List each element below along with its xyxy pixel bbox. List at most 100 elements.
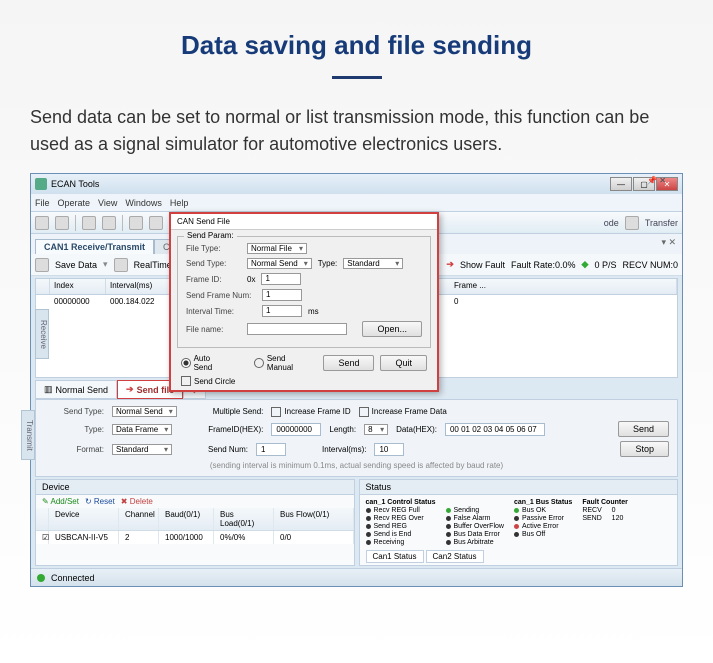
- tab-can2-status[interactable]: Can2 Status: [426, 550, 484, 563]
- titlebar: ECAN Tools — ▢ ✕: [31, 174, 682, 194]
- fault-recv: RECV 0: [582, 507, 628, 514]
- device-delete-button[interactable]: ✖ Delete: [121, 497, 153, 506]
- fault-counter-title: Fault Counter: [582, 499, 628, 506]
- modal-frameid-label: Frame ID:: [186, 275, 241, 284]
- open-button[interactable]: Open...: [362, 321, 422, 337]
- dev-col-baud[interactable]: Baud(0/1): [159, 508, 214, 530]
- menu-help[interactable]: Help: [170, 198, 189, 208]
- modal-quit-button[interactable]: Quit: [380, 355, 427, 371]
- increase-frameid-checkbox[interactable]: Increase Frame ID: [271, 407, 350, 417]
- menu-file[interactable]: File: [35, 198, 50, 208]
- sendnum-input[interactable]: 1: [256, 443, 286, 456]
- page-description: Send data can be set to normal or list t…: [30, 104, 683, 158]
- status-item: Receiving: [366, 539, 436, 546]
- intervaltime-label: Interval Time:: [186, 307, 256, 316]
- statusbar: Connected: [31, 568, 682, 586]
- status-item: Buffer OverFlow: [446, 523, 504, 530]
- length-select[interactable]: 8: [364, 424, 388, 435]
- status-title: Status: [366, 482, 392, 492]
- send-circle-checkbox[interactable]: Send Circle: [181, 376, 235, 386]
- window-title: ECAN Tools: [51, 179, 99, 189]
- fault-rate-value: Fault Rate:0.0%: [511, 260, 576, 270]
- filename-input[interactable]: [247, 323, 347, 335]
- send-manual-radio[interactable]: Send Manual: [254, 354, 311, 372]
- device-row[interactable]: ☑ USBCAN-II-V5 2 1000/1000 0%/0% 0/0: [36, 531, 354, 544]
- dev-col-busflow[interactable]: Bus Flow(0/1): [274, 508, 354, 530]
- transfer-icon[interactable]: [625, 216, 639, 230]
- new-icon[interactable]: [35, 216, 49, 230]
- interval-input[interactable]: 10: [374, 443, 404, 456]
- connection-indicator-icon: [37, 574, 45, 582]
- tab-can1[interactable]: CAN1 Receive/Transmit: [35, 239, 154, 254]
- frameid-prefix: 0x: [247, 275, 255, 284]
- menu-operate[interactable]: Operate: [58, 198, 91, 208]
- col-checkbox[interactable]: [36, 279, 50, 294]
- tab-can1-status[interactable]: Can1 Status: [366, 550, 424, 563]
- recv-num-value: RECV NUM:0: [622, 260, 678, 270]
- dev-col-device[interactable]: Device: [49, 508, 119, 530]
- cell-frame: 0: [450, 296, 677, 307]
- interval-label: Interval(ms):: [322, 445, 366, 454]
- realtime-save-icon[interactable]: [114, 258, 128, 272]
- send-button[interactable]: Send: [618, 421, 669, 437]
- app-icon: [35, 178, 47, 190]
- rate-indicator-icon: ◆: [582, 259, 589, 270]
- intervaltime-unit: ms: [308, 307, 319, 316]
- increase-framedata-checkbox[interactable]: Increase Frame Data: [359, 407, 447, 417]
- title-underline: [332, 76, 382, 79]
- data-input[interactable]: 00 01 02 03 04 05 06 07: [445, 423, 545, 436]
- dev-col-busload[interactable]: Bus Load(0/1): [214, 508, 274, 530]
- col-index[interactable]: Index: [50, 279, 106, 294]
- device-add-button[interactable]: ✎ Add/Set: [42, 497, 79, 506]
- type-select[interactable]: Data Frame: [112, 424, 172, 435]
- device-reset-button[interactable]: ↻ Reset: [85, 497, 115, 506]
- modal-send-button[interactable]: Send: [323, 355, 374, 371]
- modal-frameid-input[interactable]: 1: [261, 273, 301, 285]
- pin-icon[interactable]: 📌 ✕: [647, 176, 666, 185]
- modal-sendtype-select[interactable]: Normal Send: [247, 258, 312, 269]
- control-status-title: can_1 Control Status: [366, 499, 436, 506]
- filetype-select[interactable]: Normal File: [247, 243, 307, 254]
- can-send-file-dialog: CAN Send File Send Param: File Type: Nor…: [169, 212, 439, 392]
- col-interval[interactable]: Interval(ms): [106, 279, 176, 294]
- device-panel: Device📌 ✕ ✎ Add/Set ↻ Reset ✖ Delete Dev…: [35, 479, 355, 566]
- status-item: Bus OK: [514, 507, 572, 514]
- tool-icon[interactable]: [102, 216, 116, 230]
- stop-button[interactable]: Stop: [620, 441, 669, 457]
- toolbar-mode[interactable]: ode: [604, 218, 619, 228]
- menu-view[interactable]: View: [98, 198, 117, 208]
- dev-col-channel[interactable]: Channel: [119, 508, 159, 530]
- pause-icon[interactable]: [129, 216, 143, 230]
- tab-close-icon[interactable]: ▾ ✕: [661, 237, 676, 248]
- format-label: Format:: [44, 445, 104, 454]
- modal-type-select[interactable]: Standard: [343, 258, 403, 269]
- app-window: ECAN Tools — ▢ ✕ File Operate View Windo…: [30, 173, 683, 587]
- receive-side-tab[interactable]: Receive: [35, 309, 49, 359]
- cell-interval: 000.184.022: [106, 296, 176, 307]
- fault-send: SEND 120: [582, 515, 628, 522]
- status-item: False Alarm: [446, 515, 504, 522]
- show-fault-label[interactable]: Show Fault: [460, 260, 505, 270]
- transmit-side-tab[interactable]: Transmit: [21, 410, 35, 460]
- menu-windows[interactable]: Windows: [125, 198, 162, 208]
- save-icon[interactable]: [55, 216, 69, 230]
- connection-status: Connected: [51, 573, 95, 583]
- toolbar-transfer[interactable]: Transfer: [645, 218, 678, 228]
- sendframenum-input[interactable]: 1: [262, 289, 302, 301]
- play-icon[interactable]: [149, 216, 163, 230]
- minimize-button[interactable]: —: [610, 177, 632, 191]
- save-data-icon[interactable]: [35, 258, 49, 272]
- status-item: Recv REG Over: [366, 515, 436, 522]
- tool-icon[interactable]: [82, 216, 96, 230]
- auto-send-radio[interactable]: Auto Send: [181, 354, 229, 372]
- tab-normal-send[interactable]: ▥ Normal Send: [35, 380, 117, 399]
- intervaltime-input[interactable]: 1: [262, 305, 302, 317]
- frameid-input[interactable]: 00000000: [271, 423, 321, 436]
- sendtype-select[interactable]: Normal Send: [112, 406, 177, 417]
- multiple-send-label: Multiple Send:: [213, 407, 264, 416]
- col-frame[interactable]: Frame ...: [450, 279, 677, 294]
- format-select[interactable]: Standard: [112, 444, 172, 455]
- status-item: Send REG: [366, 523, 436, 530]
- modal-sendtype-label: Send Type:: [186, 259, 241, 268]
- save-data-label[interactable]: Save Data: [55, 260, 97, 270]
